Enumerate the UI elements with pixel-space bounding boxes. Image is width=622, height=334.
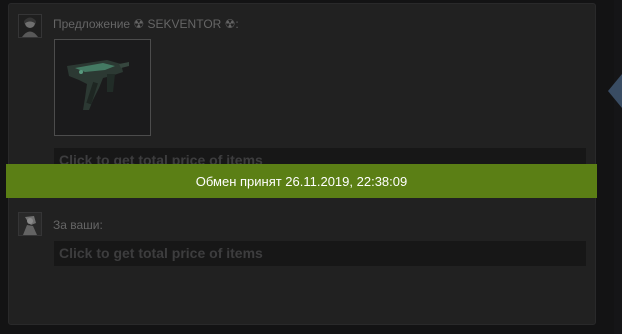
trade-offer-page: Предложение ☢ SEKVENTOR ☢: Click to get … [0,0,622,334]
request-price-button[interactable]: Click to get total price of items [54,241,586,266]
mp9-weapon-icon [67,60,129,110]
request-heading: За ваши: [53,218,103,232]
expand-arrow-icon[interactable] [608,74,622,108]
side-strip [614,0,622,334]
trade-item-slot[interactable] [54,39,151,136]
offer-price-button[interactable]: Click to get total price of items [54,148,586,164]
trade-accepted-banner: Обмен принят 26.11.2019, 22:38:09 [6,164,597,198]
my-avatar[interactable] [18,212,42,236]
partner-avatar[interactable] [18,14,42,38]
offer-heading: Предложение ☢ SEKVENTOR ☢: [53,17,239,31]
